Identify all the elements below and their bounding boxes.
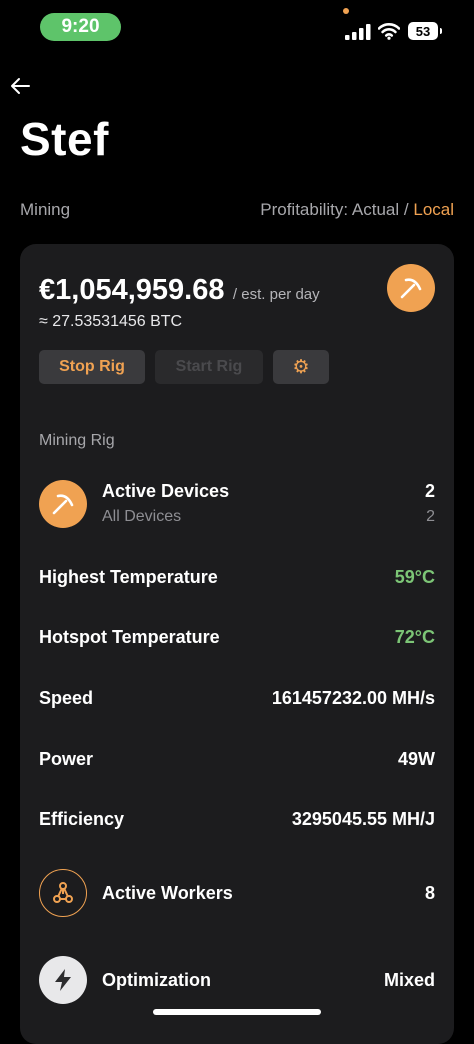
efficiency-label: Efficiency [39, 809, 125, 829]
all-devices-value: 2 [426, 508, 435, 525]
rig-settings-button[interactable]: ⚙ [273, 350, 329, 384]
mining-rig-label: Mining Rig [39, 432, 115, 449]
hotspot-temperature-label: Hotspot Temperature [39, 627, 220, 647]
highest-temperature-value: 59°C [394, 567, 435, 587]
battery-indicator: 53 [408, 22, 442, 40]
pickaxe-badge [387, 264, 435, 312]
pickaxe-icon [52, 494, 74, 515]
lightning-bolt-icon [55, 969, 71, 991]
active-devices-value: 2 [424, 481, 435, 501]
active-workers-label: Active Workers [102, 883, 233, 903]
power-label: Power [39, 749, 94, 769]
page-title: Stef [20, 113, 109, 165]
wifi-icon [378, 23, 400, 40]
home-indicator[interactable] [153, 1009, 321, 1015]
active-workers-icon-circle [39, 869, 87, 917]
workers-network-icon [53, 882, 73, 903]
highest-temperature-label: Highest Temperature [39, 567, 218, 587]
speed-label: Speed [39, 688, 94, 708]
earnings-btc: ≈ 27.53531456 BTC [39, 313, 183, 330]
profitability-toggle: Profitability: Actual / Local [260, 200, 454, 220]
all-devices-label: All Devices [102, 508, 182, 525]
earnings-period: / est. per day [232, 286, 320, 303]
profitability-separator: / [403, 200, 409, 219]
optimization-value: Mixed [383, 970, 435, 990]
earnings-amount: €1,054,959.68 [39, 274, 225, 306]
start-rig-button[interactable]: Start Rig [155, 350, 263, 384]
privacy-indicator-dot [343, 8, 349, 14]
stop-rig-button[interactable]: Stop Rig [39, 350, 145, 384]
power-value: 49W [397, 749, 435, 769]
gear-icon: ⚙ [292, 356, 310, 378]
hotspot-temperature-value: 72°C [394, 627, 435, 647]
section-label-mining: Mining [20, 200, 71, 219]
active-devices-label: Active Devices [102, 481, 230, 501]
active-workers-value: 8 [424, 883, 435, 903]
profitability-label: Profitability: [260, 200, 349, 219]
back-arrow-icon[interactable] [8, 74, 32, 98]
speed-value: 161457232.00 MH/s [271, 688, 435, 708]
optimization-label: Optimization [102, 970, 211, 990]
mining-card: €1,054,959.68 / est. per day ≈ 27.535314… [20, 244, 454, 1044]
status-time: 9:20 [40, 13, 121, 41]
optimization-icon-circle [39, 956, 87, 1004]
profitability-local-option[interactable]: Local [413, 200, 454, 219]
status-bar: 9:20 53 [0, 0, 474, 54]
active-devices-icon-circle [39, 480, 87, 528]
pickaxe-icon [400, 278, 422, 299]
efficiency-value: 3295045.55 MH/J [291, 809, 435, 829]
profitability-actual-option[interactable]: Actual [352, 200, 399, 219]
cellular-signal-icon [345, 24, 371, 40]
earnings-row: €1,054,959.68 / est. per day [39, 274, 320, 307]
